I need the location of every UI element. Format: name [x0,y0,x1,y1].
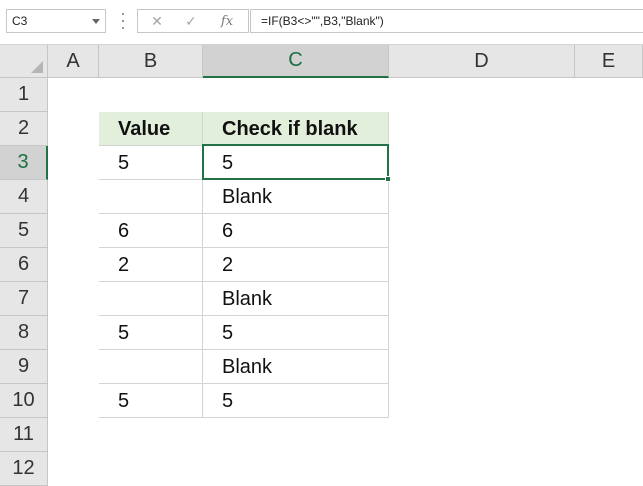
row-header-3[interactable]: 3 [0,146,48,180]
row-header-10[interactable]: 10 [0,384,48,418]
column-header-b[interactable]: B [99,45,203,78]
cell-b8[interactable]: 5 [99,316,203,350]
insert-function-icon[interactable]: fx [212,10,242,32]
row-header-7[interactable]: 7 [0,282,48,316]
cell-b6[interactable]: 2 [99,248,203,282]
name-box-value: C3 [12,14,28,28]
cell-c10[interactable]: 5 [203,384,389,418]
cell-b7[interactable] [99,282,203,316]
row-header-5[interactable]: 5 [0,214,48,248]
select-all-button[interactable] [0,45,48,78]
worksheet-grid: A B C D E 1 2 3 4 5 6 7 8 9 10 11 12 Val… [0,45,643,486]
row-header-4[interactable]: 4 [0,180,48,214]
row-header-6[interactable]: 6 [0,248,48,282]
cell-b4[interactable] [99,180,203,214]
column-header-e[interactable]: E [575,45,643,78]
cell-c5[interactable]: 6 [203,214,389,248]
fill-handle[interactable] [385,176,391,182]
name-box[interactable]: C3 [6,9,106,33]
cell-c9[interactable]: Blank [203,350,389,384]
chevron-down-icon[interactable] [92,19,100,24]
formula-bar-splitter[interactable] [121,13,124,29]
row-header-11[interactable]: 11 [0,418,48,452]
column-header-a[interactable]: A [48,45,99,78]
cell-c8[interactable]: 5 [203,316,389,350]
cell-b3[interactable]: 5 [99,146,203,180]
cell-b2[interactable]: Value [99,112,203,146]
enter-icon[interactable]: ✓ [176,10,206,32]
active-cell-border[interactable] [202,144,389,180]
cell-c4[interactable]: Blank [203,180,389,214]
cancel-icon[interactable]: ✕ [142,10,172,32]
select-all-icon [31,61,43,73]
column-header-c[interactable]: C [203,45,389,78]
row-header-9[interactable]: 9 [0,350,48,384]
cell-c7[interactable]: Blank [203,282,389,316]
row-header-8[interactable]: 8 [0,316,48,350]
formula-input[interactable]: =IF(B3<>"",B3,"Blank") [250,9,643,33]
cell-c6[interactable]: 2 [203,248,389,282]
cell-b10[interactable]: 5 [99,384,203,418]
cell-b9[interactable] [99,350,203,384]
row-header-12[interactable]: 12 [0,452,48,486]
formula-bar-buttons: ✕ ✓ fx [137,9,249,33]
column-header-d[interactable]: D [389,45,575,78]
cell-c2[interactable]: Check if blank [203,112,389,146]
formula-bar: C3 ✕ ✓ fx =IF(B3<>"",B3,"Blank") [0,0,643,45]
cell-b5[interactable]: 6 [99,214,203,248]
row-header-1[interactable]: 1 [0,78,48,112]
row-header-2[interactable]: 2 [0,112,48,146]
